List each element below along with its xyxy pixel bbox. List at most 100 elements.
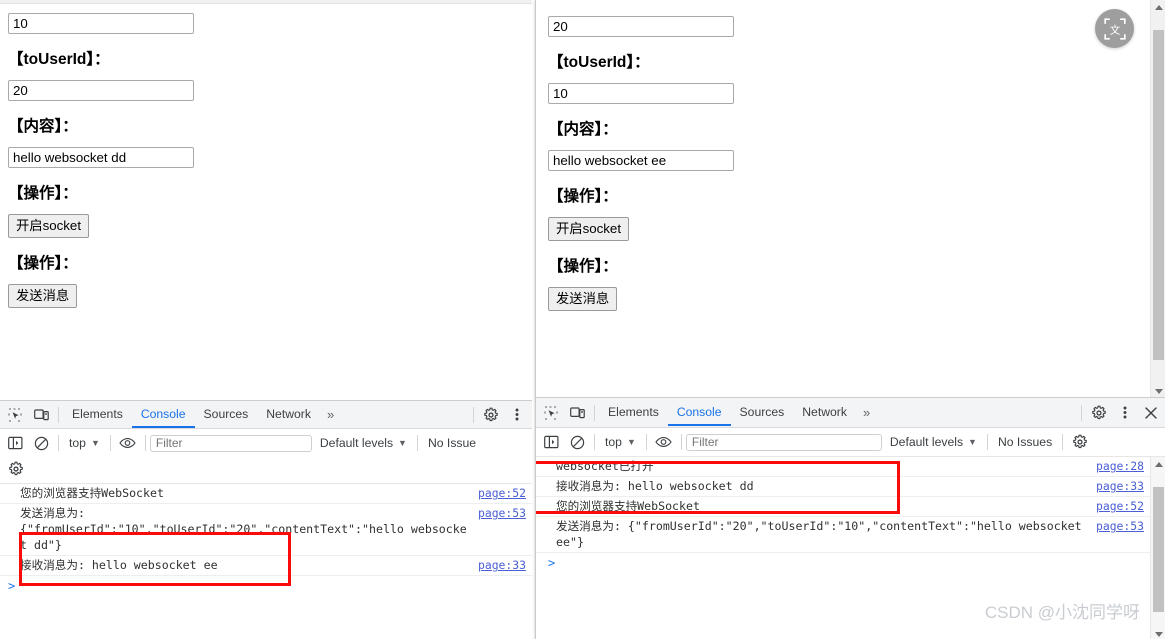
content-input[interactable] xyxy=(8,147,194,168)
screenshot-root: 【toUserId】： 【内容】： 【操作】： 开启socket 【操作】： 发… xyxy=(0,0,1165,639)
translate-fab-button[interactable]: 文 xyxy=(1095,9,1134,48)
console-row[interactable]: 您的浏览器支持WebSocket page:52 xyxy=(0,484,532,504)
close-devtools-icon[interactable] xyxy=(1138,400,1164,426)
console-source-link[interactable]: page:52 xyxy=(1096,498,1144,514)
device-toolbar-icon[interactable] xyxy=(564,400,590,426)
live-expression-eye-icon[interactable] xyxy=(115,430,141,456)
tab-console[interactable]: Console xyxy=(132,401,195,428)
console-row[interactable]: 发送消息为: {"fromUserId":"10","toUserId":"20… xyxy=(0,504,532,556)
console-row[interactable]: websocket已打开 page:28 xyxy=(536,457,1165,477)
filterbar-divider-5 xyxy=(1062,434,1064,450)
console-message: 您的浏览器支持WebSocket xyxy=(20,486,164,500)
console-message: 接收消息为: hello websocket dd xyxy=(556,479,754,493)
left-devtools-tabbar: Elements Console Sources Network » xyxy=(0,401,532,429)
send-message-button[interactable]: 发送消息 xyxy=(8,284,78,308)
console-source-link[interactable]: page:53 xyxy=(478,505,526,521)
from-user-id-input[interactable] xyxy=(8,13,194,34)
to-user-id-input[interactable] xyxy=(8,80,194,101)
devtools-kebab-menu-icon[interactable] xyxy=(504,402,530,428)
toolbar-divider xyxy=(594,404,595,421)
clear-console-icon[interactable] xyxy=(564,429,590,455)
settings-gear-icon[interactable] xyxy=(478,402,504,428)
left-browser-window: 【toUserId】： 【内容】： 【操作】： 开启socket 【操作】： 发… xyxy=(0,0,532,639)
from-user-id-input[interactable] xyxy=(548,16,734,37)
page-scrollbar[interactable] xyxy=(1150,0,1165,398)
left-devtools-panel: Elements Console Sources Network » top ▼… xyxy=(0,400,532,639)
console-issues-label[interactable]: No Issues xyxy=(992,435,1058,449)
console-sidebar-toggle-icon[interactable] xyxy=(538,429,564,455)
console-source-link[interactable]: page:33 xyxy=(1096,478,1144,494)
console-source-link[interactable]: page:28 xyxy=(1096,458,1144,474)
left-console-output[interactable]: 您的浏览器支持WebSocket page:52 发送消息为: {"fromUs… xyxy=(0,484,532,639)
operation-label-1: 【操作】： xyxy=(548,188,618,205)
filterbar-divider-4 xyxy=(986,434,988,450)
scroll-up-arrow-icon[interactable] xyxy=(1151,0,1165,14)
console-filter-input[interactable] xyxy=(149,434,312,452)
console-scroll-down-arrow-icon[interactable] xyxy=(1151,627,1165,639)
open-socket-button[interactable]: 开启socket xyxy=(8,214,90,238)
tab-network[interactable]: Network xyxy=(793,399,856,426)
settings-gear-icon[interactable] xyxy=(1086,400,1112,426)
right-page-content: 【toUserId】： 【内容】： 【操作】： 开启socket 【操作】： 发… xyxy=(536,0,1165,398)
more-tabs-icon[interactable]: » xyxy=(856,405,877,420)
console-source-link[interactable]: page:33 xyxy=(478,557,526,573)
tab-sources[interactable]: Sources xyxy=(731,399,794,426)
send-message-row: 发送消息 xyxy=(548,287,1165,311)
console-scroll-up-arrow-icon[interactable] xyxy=(1151,457,1165,471)
left-websocket-form: 【toUserId】： 【内容】： 【操作】： 开启socket 【操作】： 发… xyxy=(0,4,532,308)
console-row[interactable]: 发送消息为: {"fromUserId":"20","toUserId":"10… xyxy=(536,517,1165,553)
to-user-id-input[interactable] xyxy=(548,83,734,104)
console-filter-input[interactable] xyxy=(685,433,882,451)
open-socket-button[interactable]: 开启socket xyxy=(548,217,630,241)
inspect-element-icon[interactable] xyxy=(538,400,564,426)
csdn-watermark: CSDN @小沈同学呀 xyxy=(984,603,1140,622)
filterbar-divider-3 xyxy=(680,434,682,450)
toolbar-divider xyxy=(58,406,59,423)
levels-chevron-down-icon[interactable]: ▼ xyxy=(968,437,977,447)
tab-elements[interactable]: Elements xyxy=(599,399,668,426)
chevron-down-icon[interactable]: ▼ xyxy=(627,437,636,447)
right-console-filterbar: top ▼ Default levels ▼ No Issues xyxy=(536,428,1165,457)
scroll-down-arrow-icon[interactable] xyxy=(1151,384,1165,398)
console-prompt-row[interactable]: > xyxy=(536,553,1165,575)
tab-elements[interactable]: Elements xyxy=(63,401,132,428)
console-levels-selector[interactable]: Default levels xyxy=(312,436,395,450)
console-issues-label[interactable]: No Issue xyxy=(422,436,482,450)
more-tabs-icon[interactable]: » xyxy=(320,407,341,422)
tab-console[interactable]: Console xyxy=(668,399,731,426)
console-settings-gear-icon[interactable] xyxy=(3,456,29,482)
content-input[interactable] xyxy=(548,150,734,171)
translate-icon: 文 xyxy=(1103,17,1126,40)
console-scrollbar-thumb[interactable] xyxy=(1153,487,1164,612)
console-sidebar-toggle-icon[interactable] xyxy=(2,430,28,456)
open-socket-row: 开启socket xyxy=(8,214,532,238)
content-label: 【内容】： xyxy=(8,118,78,135)
filterbar-divider-2 xyxy=(109,435,111,451)
console-scrollbar[interactable] xyxy=(1150,457,1165,639)
right-devtools-tabbar: Elements Console Sources Network » xyxy=(536,398,1165,428)
right-websocket-form: 【toUserId】： 【内容】： 【操作】： 开启socket 【操作】： 发… xyxy=(536,0,1165,311)
chevron-down-icon[interactable]: ▼ xyxy=(91,438,100,448)
inspect-element-icon[interactable] xyxy=(2,402,28,428)
levels-chevron-down-icon[interactable]: ▼ xyxy=(398,438,407,448)
live-expression-eye-icon[interactable] xyxy=(651,429,677,455)
console-levels-selector[interactable]: Default levels xyxy=(882,435,965,449)
devtools-kebab-menu-icon[interactable] xyxy=(1112,400,1138,426)
console-row[interactable]: 接收消息为: hello websocket dd page:33 xyxy=(536,477,1165,497)
right-browser-window: 【toUserId】： 【内容】： 【操作】： 开启socket 【操作】： 发… xyxy=(535,0,1165,639)
console-row[interactable]: 您的浏览器支持WebSocket page:52 xyxy=(536,497,1165,517)
console-message: websocket已打开 xyxy=(556,459,654,473)
tab-sources[interactable]: Sources xyxy=(195,401,258,428)
device-toolbar-icon[interactable] xyxy=(28,402,54,428)
clear-console-icon[interactable] xyxy=(28,430,54,456)
console-source-link[interactable]: page:53 xyxy=(1096,518,1144,534)
console-settings-gear-icon[interactable] xyxy=(1067,429,1093,455)
page-scrollbar-thumb[interactable] xyxy=(1153,30,1164,360)
console-context-selector[interactable]: top xyxy=(599,435,624,449)
send-message-button[interactable]: 发送消息 xyxy=(548,287,618,311)
console-row[interactable]: 接收消息为: hello websocket ee page:33 xyxy=(0,556,532,576)
tab-network[interactable]: Network xyxy=(257,401,320,428)
console-source-link[interactable]: page:52 xyxy=(478,485,526,501)
console-prompt-row[interactable]: > xyxy=(0,576,532,598)
console-context-selector[interactable]: top xyxy=(63,436,88,450)
